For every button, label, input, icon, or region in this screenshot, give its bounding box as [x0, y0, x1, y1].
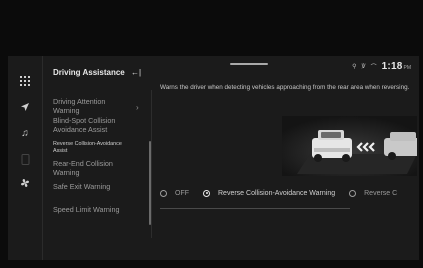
left-icon-bar: ♫ [8, 56, 43, 260]
menu-item-rear-end-collision[interactable]: Rear-End Collision Warning [53, 159, 133, 177]
feature-description: Warns the driver when detecting vehicles… [160, 84, 410, 91]
signal-icon: ℣ [361, 63, 366, 70]
location-icon: ⚲ [352, 63, 357, 70]
navigation-arrow-icon[interactable] [16, 100, 34, 114]
clock-ampm: PM [403, 64, 412, 71]
menu-item-blind-spot[interactable]: Blind-Spot Collision Avoidance Assist [53, 116, 133, 134]
menu-item-speed-limit[interactable]: Speed Limit Warning [53, 205, 133, 215]
menu-item-reverse-collision[interactable]: Reverse Collision-Avoidance Assist [53, 141, 133, 154]
option-reverse-collision-avoidance-warning[interactable]: Reverse Collision-Avoidance Warning [203, 189, 336, 197]
settings-menu: Driving Assistance ←| Driving Attention … [43, 56, 151, 260]
option-warning-label: Reverse Collision-Avoidance Warning [218, 189, 336, 197]
menu-title: Driving Assistance [53, 68, 125, 77]
option-reverse-assist-label: Reverse C [364, 189, 398, 197]
radio-reverse-collision-avoidance-warning[interactable] [203, 189, 210, 197]
back-button[interactable]: ←| [131, 68, 141, 77]
radio-off[interactable] [160, 189, 167, 197]
fan-climate-icon[interactable] [16, 176, 34, 190]
phone-mirroring-icon[interactable] [16, 152, 34, 166]
clock-time: 1:18 [381, 60, 403, 72]
infotainment-screen: ⚲ ℣ ⌒ 1:18 PM ♫ Driving Assistance ←| Dr… [8, 56, 419, 260]
chevron-right-icon: › [136, 103, 139, 112]
connectivity-icon: ⌒ [370, 64, 377, 71]
settings-content: Warns the driver when detecting vehicles… [160, 80, 417, 260]
menu-item-safe-exit[interactable]: Safe Exit Warning [53, 182, 133, 192]
pull-down-handle[interactable] [230, 63, 268, 65]
mode-options: OFF Reverse Collision-Avoidance Warning … [160, 186, 415, 200]
option-off[interactable]: OFF [160, 189, 189, 197]
divider [151, 90, 152, 238]
menu-item-driving-attention-warning[interactable]: Driving Attention Warning [53, 97, 133, 115]
rear-cross-traffic-illustration [282, 116, 417, 176]
option-reverse-assist[interactable]: Reverse C [349, 189, 398, 197]
option-off-label: OFF [175, 189, 189, 197]
options-divider [160, 208, 350, 209]
music-note-icon[interactable]: ♫ [16, 126, 34, 140]
radio-reverse-assist[interactable] [349, 189, 357, 197]
status-area: ⚲ ℣ ⌒ 1:18 PM [352, 60, 411, 72]
apps-grid-icon[interactable] [16, 74, 34, 88]
